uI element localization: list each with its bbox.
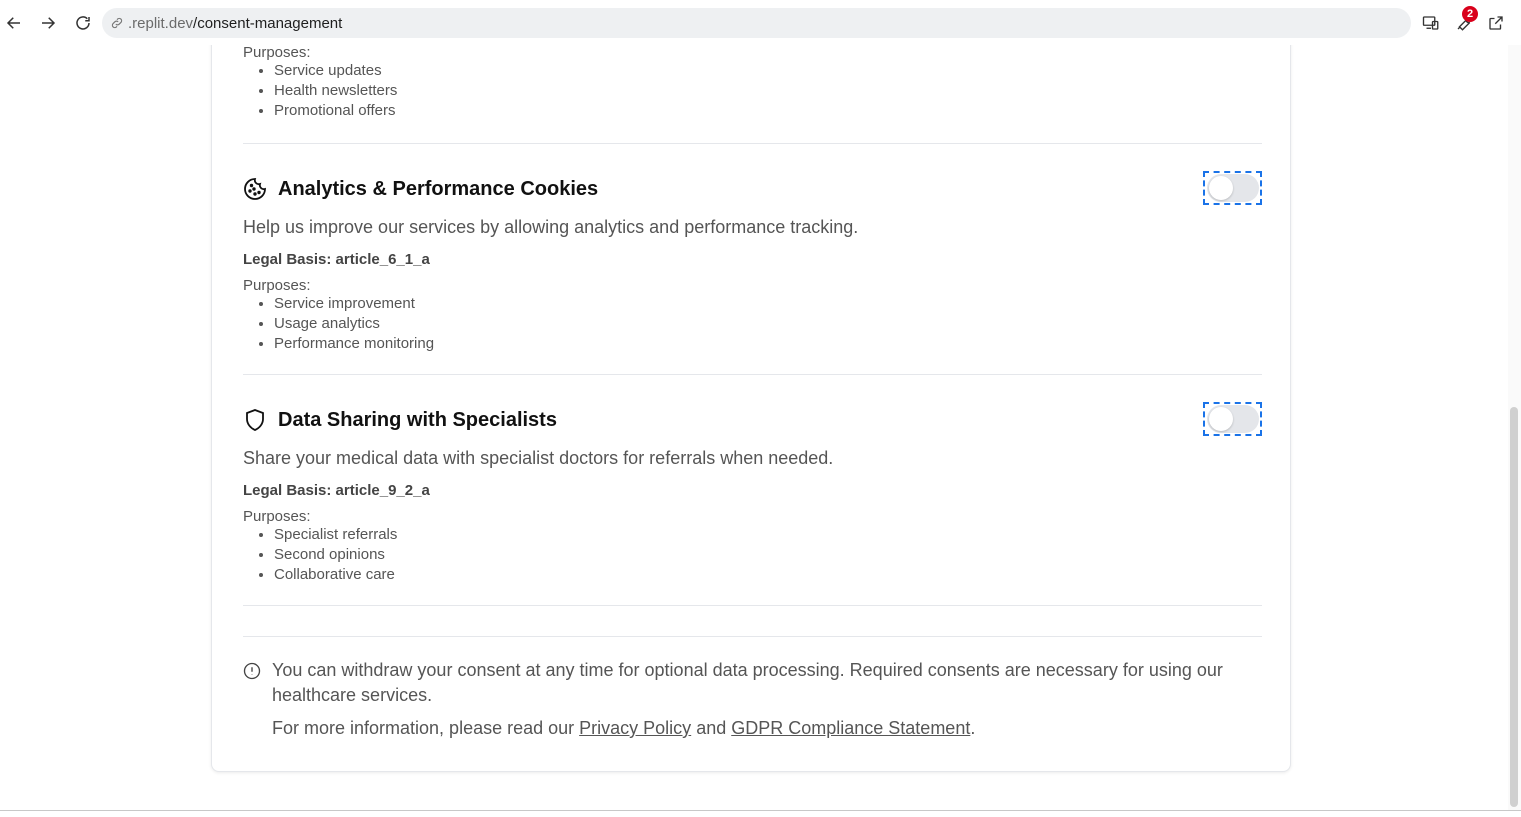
data-sharing-section: Data Sharing with Specialists Share your… <box>243 406 1262 585</box>
forward-button[interactable] <box>35 10 61 36</box>
purposes-list: Specialist referrals Second opinions Col… <box>243 525 1262 585</box>
reload-icon <box>76 16 90 30</box>
list-item: Collaborative care <box>274 565 1262 585</box>
purposes-label: Purposes: <box>243 508 311 525</box>
section-divider <box>243 605 1262 606</box>
data-sharing-title: Data Sharing with Specialists <box>278 408 557 431</box>
notice-divider <box>243 636 1262 637</box>
analytics-title: Analytics & Performance Cookies <box>278 177 599 200</box>
address-bar[interactable]: .replit.dev/consent-management <box>102 8 1411 38</box>
section-divider <box>243 143 1262 144</box>
communications-purposes: Purposes: Service updates Health newslet… <box>243 45 1262 121</box>
external-link-icon <box>1489 16 1503 30</box>
data-sharing-toggle[interactable] <box>1203 402 1262 436</box>
purposes-list: Service updates Health newsletters Promo… <box>243 61 1262 121</box>
back-button[interactable] <box>1 10 27 36</box>
list-item: Performance monitoring <box>274 334 1262 354</box>
consent-card: Purposes: Service updates Health newslet… <box>211 45 1291 772</box>
data-sharing-description: Share your medical data with specialist … <box>243 448 834 468</box>
withdraw-text: You can withdraw your consent at any tim… <box>272 660 1223 705</box>
toggle-track <box>1207 405 1259 433</box>
analytics-toggle[interactable] <box>1203 171 1262 205</box>
purposes-list: Service improvement Usage analytics Perf… <box>243 294 1262 354</box>
toggle-knob <box>1209 176 1233 200</box>
data-sharing-legal-basis: Legal Basis: article_9_2_a <box>243 482 430 499</box>
reload-button[interactable] <box>70 10 96 36</box>
suffix-text: . <box>970 718 976 738</box>
open-new-window-button[interactable] <box>1484 11 1508 35</box>
url-host: .replit.dev <box>128 14 194 32</box>
section-title: Data Sharing with Specialists <box>243 406 1262 434</box>
analytics-section: Analytics & Performance Cookies Help us … <box>243 175 1262 354</box>
withdraw-notice: You can withdraw your consent at any tim… <box>243 658 1262 708</box>
gdpr-statement-link[interactable]: GDPR Compliance Statement <box>731 718 970 738</box>
window-bottom-border <box>0 810 1521 811</box>
arrow-left-icon <box>6 17 20 29</box>
toggle-track <box>1207 174 1259 202</box>
page-scrollbar[interactable] <box>1508 45 1521 811</box>
list-item: Service updates <box>274 61 1262 81</box>
scrollbar-thumb[interactable] <box>1510 407 1518 807</box>
list-item: Promotional offers <box>274 101 1262 121</box>
toggle-knob <box>1209 407 1233 431</box>
url-path: /consent-management <box>193 14 343 32</box>
list-item: Service improvement <box>274 294 1262 314</box>
extensions-badge: 2 <box>1462 6 1478 22</box>
and-text: and <box>691 718 732 738</box>
privacy-policy-link[interactable]: Privacy Policy <box>579 718 691 738</box>
browser-toolbar: .replit.dev/consent-management 2 <box>0 0 1521 45</box>
extensions-button[interactable]: 2 <box>1452 6 1478 35</box>
shield-icon <box>246 409 264 431</box>
devices-icon <box>1422 16 1439 30</box>
purposes-label: Purposes: <box>243 45 311 61</box>
devices-button[interactable] <box>1419 11 1443 35</box>
more-info-text: For more information, please read our Pr… <box>272 718 1262 739</box>
link-icon <box>111 17 123 29</box>
analytics-description: Help us improve our services by allowing… <box>243 217 859 237</box>
list-item: Specialist referrals <box>274 525 1262 545</box>
page-viewport: Purposes: Service updates Health newslet… <box>0 45 1508 811</box>
list-item: Usage analytics <box>274 314 1262 334</box>
consent-notice: You can withdraw your consent at any tim… <box>243 658 1262 739</box>
purposes-label: Purposes: <box>243 277 311 294</box>
info-circle-icon <box>243 662 261 680</box>
more-prefix: For more information, please read our <box>272 718 580 738</box>
analytics-legal-basis: Legal Basis: article_6_1_a <box>243 251 430 268</box>
arrow-right-icon <box>42 17 56 29</box>
list-item: Second opinions <box>274 545 1262 565</box>
section-divider <box>243 374 1262 375</box>
list-item: Health newsletters <box>274 81 1262 101</box>
cookie-icon <box>244 178 266 200</box>
section-title: Analytics & Performance Cookies <box>243 175 1262 203</box>
